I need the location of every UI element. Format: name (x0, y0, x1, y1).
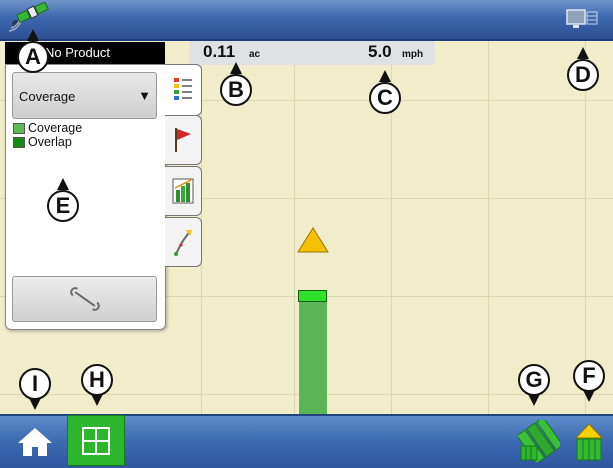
callout-pointer (583, 390, 595, 402)
area-unit: ac (249, 49, 261, 60)
legend-list-icon (173, 77, 193, 108)
tab-legend[interactable] (165, 64, 202, 116)
dropdown-arrow-icon: ▼ (138, 88, 151, 103)
callout-pointer (230, 62, 242, 74)
display-settings-icon[interactable] (566, 8, 600, 37)
wrench-icon (70, 287, 100, 316)
callout-h: H (81, 364, 113, 396)
callout-pointer (91, 394, 103, 406)
home-icon[interactable] (17, 427, 53, 462)
coverage-swath (299, 302, 327, 414)
callout-a: A (17, 41, 49, 73)
callout-c: C (369, 82, 401, 114)
implement-bar (298, 290, 327, 302)
tab-flags[interactable] (165, 115, 202, 165)
map-legend-panel: Coverage ▼ Coverage Overlap (5, 64, 166, 330)
callout-i: I (19, 368, 51, 400)
map-gridline (294, 41, 295, 414)
callout-pointer (577, 47, 589, 59)
map-settings-button[interactable] (12, 276, 157, 322)
speed-value: 5.0 (368, 42, 392, 61)
field-operations-icon[interactable] (516, 416, 564, 467)
map-gridline (585, 41, 586, 414)
top-bar (0, 0, 613, 41)
flag-icon (173, 126, 193, 159)
legend-swatch (13, 123, 25, 134)
legend-swatch (13, 137, 25, 148)
callout-f: F (573, 360, 605, 392)
chart-icon (172, 178, 194, 209)
callout-pointer (57, 178, 69, 190)
map-layer-dropdown-value: Coverage (19, 89, 76, 104)
display-screen: 0.11 ac 5.0 mph No Product Coverage ▼ Co… (0, 0, 613, 468)
yield-icon[interactable] (574, 422, 604, 467)
legend-label: Coverage (28, 121, 83, 135)
speed-unit: mph (402, 49, 424, 60)
map-layer-dropdown[interactable]: Coverage ▼ (12, 72, 157, 119)
product-label-text: No Product (45, 45, 111, 60)
guidance-icon (172, 228, 194, 261)
map-grid-icon (82, 427, 110, 460)
callout-e: E (47, 190, 79, 222)
map-gridline (488, 41, 489, 414)
legend-label: Overlap (28, 135, 72, 149)
callout-b: B (220, 74, 252, 106)
tab-chart[interactable] (165, 166, 202, 216)
callout-pointer (29, 398, 41, 410)
callout-pointer (379, 70, 391, 82)
area-value: 0.11 (203, 42, 236, 61)
tab-guidance[interactable] (165, 217, 202, 267)
callout-d: D (567, 59, 599, 91)
vehicle-icon (296, 226, 330, 259)
stats-strip: 0.11 ac 5.0 mph (189, 41, 435, 65)
callout-g: G (518, 364, 550, 396)
callout-pointer (27, 29, 39, 41)
callout-pointer (528, 394, 540, 406)
map-view-button[interactable] (67, 415, 125, 466)
